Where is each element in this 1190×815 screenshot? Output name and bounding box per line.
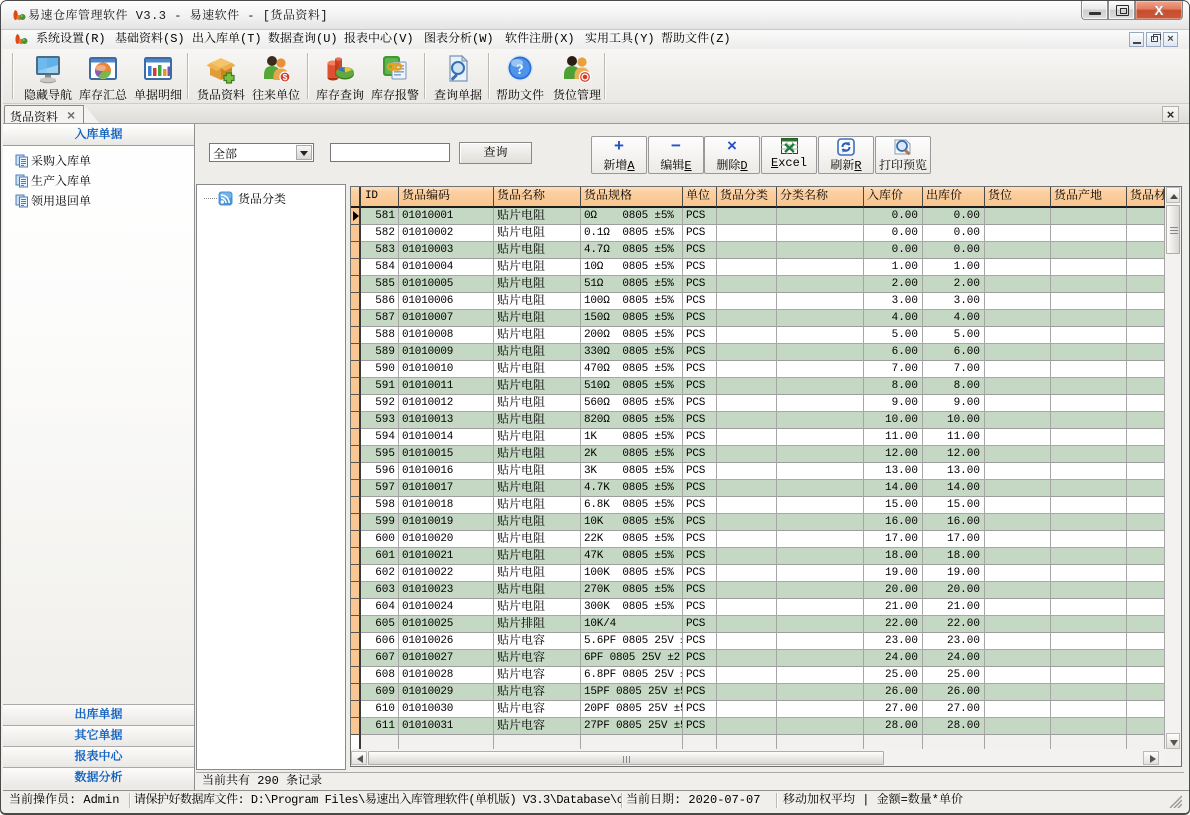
svg-text:?: ? (516, 62, 524, 78)
svg-text:$: $ (283, 72, 288, 82)
